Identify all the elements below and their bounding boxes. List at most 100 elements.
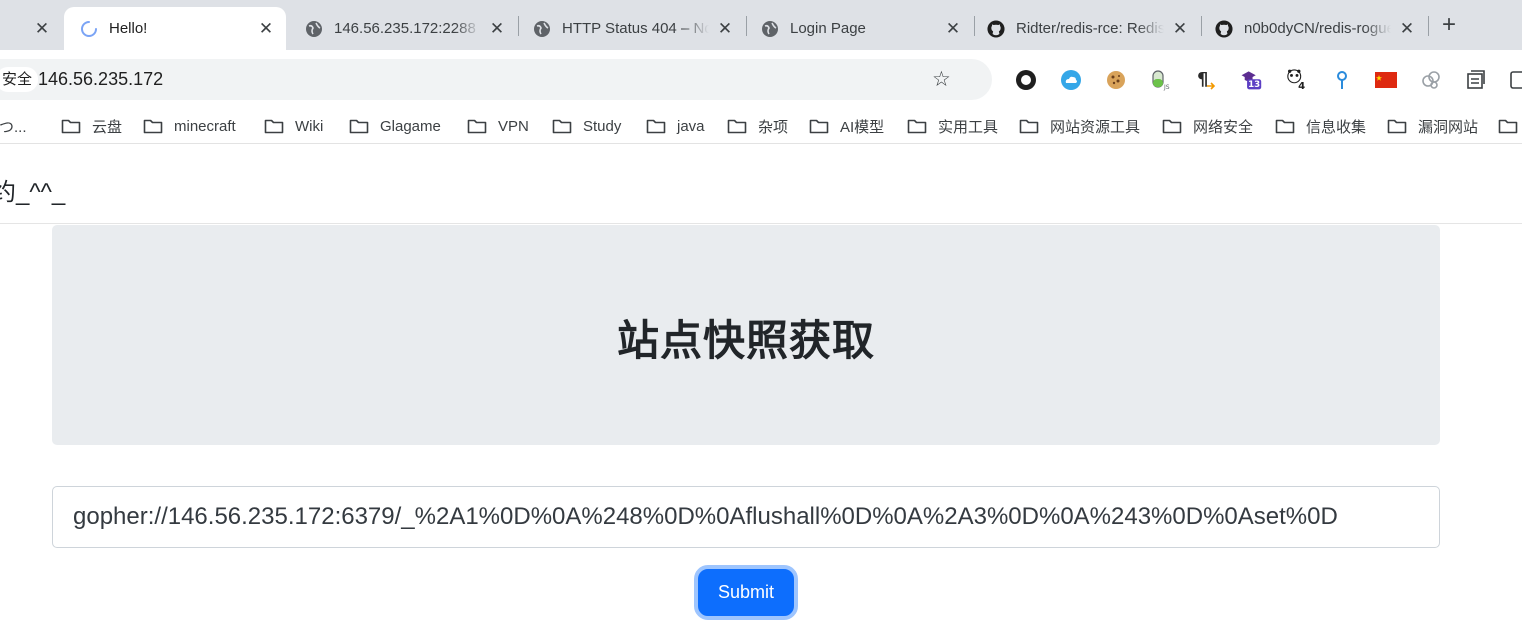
bookmark-folder[interactable]: 网站资源工具 xyxy=(1019,108,1140,144)
globe-icon xyxy=(761,20,779,38)
panda-extension-icon[interactable]: 4 xyxy=(1286,69,1308,92)
svg-text:JS: JS xyxy=(1163,84,1170,91)
tab-2288[interactable]: 146.56.235.172:2288 ✕ xyxy=(289,7,517,50)
bookmark-folder[interactable]: minecraft xyxy=(143,108,236,144)
tab-close-icon[interactable]: ✕ xyxy=(256,19,276,39)
folder-icon xyxy=(349,119,369,134)
bookmark-label: java xyxy=(677,117,705,135)
pin-extension-icon[interactable] xyxy=(1331,69,1353,91)
folder-icon xyxy=(1498,119,1518,134)
graduation-cap-extension-icon[interactable]: 13 xyxy=(1240,69,1262,91)
tab-close-icon[interactable]: ✕ xyxy=(715,19,735,39)
bookmark-folder[interactable]: Study xyxy=(552,108,621,144)
page-title: 站点快照获取 xyxy=(616,317,875,364)
bookmark-label: VPN xyxy=(498,117,529,135)
folder-icon xyxy=(646,119,666,134)
tab-close-icon[interactable]: ✕ xyxy=(32,19,52,39)
bookmark-label: Glagame xyxy=(380,117,441,135)
bookmark-label: 漏洞网站 xyxy=(1418,118,1479,136)
tab-close-icon[interactable]: ✕ xyxy=(1397,19,1417,39)
tab-title: HTTP Status 404 – Not Found xyxy=(562,20,709,37)
bookmark-label: 网站资源工具 xyxy=(1050,118,1141,136)
github-icon xyxy=(987,19,1005,38)
tab-hello[interactable]: Hello! ✕ xyxy=(64,7,286,50)
bookmark-partial[interactable]: )つ... xyxy=(0,108,27,144)
browser-toolbar: 安全 146.56.235.172 ☆ JS ¶ 13 4 xyxy=(0,50,1522,108)
address-bar[interactable]: 安全 146.56.235.172 ☆ xyxy=(0,59,992,100)
bookmark-label: 信息收集 xyxy=(1306,118,1367,136)
star-icon[interactable]: ☆ xyxy=(932,59,951,100)
bookmark-folder[interactable]: java xyxy=(646,108,705,144)
folder-icon xyxy=(264,119,284,134)
bookmark-folder[interactable]: Glagame xyxy=(349,108,441,144)
bookmark-folder[interactable]: AI模型 xyxy=(809,108,884,144)
bookmark-folder[interactable]: VPN xyxy=(467,108,529,144)
address-text[interactable]: 146.56.235.172 xyxy=(38,59,163,100)
reading-list-icon[interactable] xyxy=(1465,69,1487,91)
bookmark-folder[interactable]: 杂项 xyxy=(727,108,788,144)
extension-badge: 4 xyxy=(1298,81,1305,92)
share-extension-icon[interactable] xyxy=(1420,69,1442,91)
navbar-brand[interactable]: 约_^^_ xyxy=(0,172,65,207)
pilcrow-extension-icon[interactable]: ¶ xyxy=(1195,69,1217,91)
tab-close-icon[interactable]: ✕ xyxy=(487,19,507,39)
bookmark-label: 云盘 xyxy=(92,118,123,136)
bookmark-folder[interactable]: 信息收集 xyxy=(1275,108,1366,144)
bookmark-folder[interactable]: 网络安全 xyxy=(1162,108,1253,144)
globe-icon xyxy=(305,20,323,38)
tab-strip: ✕ Hello! ✕ 146.56.235.172:2288 ✕ HTTP St… xyxy=(0,0,1522,50)
tab-close-icon[interactable]: ✕ xyxy=(1170,19,1190,39)
cookie-extension-icon[interactable] xyxy=(1105,69,1127,91)
cloud-extension-icon[interactable] xyxy=(1060,69,1082,91)
tab-close-icon[interactable]: ✕ xyxy=(943,19,963,39)
site-navbar: 约_^^_ xyxy=(0,152,1522,224)
globe-icon xyxy=(533,20,551,38)
folder-icon xyxy=(61,119,81,134)
nodejs-extension-icon[interactable]: JS xyxy=(1150,69,1172,91)
bookmarks-bar: )つ... 云盘 minecraft Wiki Glagame VPN Stud… xyxy=(0,108,1522,144)
folder-icon xyxy=(1387,119,1407,134)
hero-banner: 站点快照获取 xyxy=(52,225,1440,445)
china-flag-extension-icon[interactable] xyxy=(1375,69,1397,91)
folder-icon xyxy=(1275,119,1295,134)
folder-icon xyxy=(809,119,829,134)
bookmark-label: 杂项 xyxy=(758,118,789,136)
bookmark-label: 网络安全 xyxy=(1193,118,1254,136)
tab-title: 146.56.235.172:2288 xyxy=(334,20,476,37)
tab-title: n0b0dyCN/redis-rogue xyxy=(1244,20,1391,37)
tab-title: Ridter/redis-rce: Redis xyxy=(1016,20,1164,37)
loading-spinner-icon xyxy=(80,20,98,38)
tab-partial[interactable]: ✕ xyxy=(0,7,62,50)
folder-icon xyxy=(727,119,747,134)
tab-redis-rce[interactable]: Ridter/redis-rce: Redis ✕ xyxy=(971,7,1200,50)
tab-title: Hello! xyxy=(109,20,148,37)
bookmark-folder[interactable] xyxy=(1498,108,1522,144)
window-icon[interactable] xyxy=(1508,69,1522,91)
github-icon xyxy=(1215,19,1233,38)
folder-icon xyxy=(1162,119,1182,134)
folder-icon xyxy=(907,119,927,134)
tab-login-page[interactable]: Login Page ✕ xyxy=(745,7,973,50)
url-input[interactable] xyxy=(52,486,1440,548)
bookmark-label: Study xyxy=(583,117,622,135)
bookmark-label: 实用工具 xyxy=(938,118,999,136)
security-chip[interactable]: 安全 xyxy=(0,67,39,92)
bookmark-folder[interactable]: 漏洞网站 xyxy=(1387,108,1478,144)
new-tab-button[interactable]: + xyxy=(1437,13,1461,38)
tab-redis-rogue[interactable]: n0b0dyCN/redis-rogue ✕ xyxy=(1199,7,1427,50)
bookmark-label: )つ... xyxy=(0,118,27,136)
bookmark-folder[interactable]: 云盘 xyxy=(61,108,122,144)
tab-http-404[interactable]: HTTP Status 404 – Not Found ✕ xyxy=(517,7,745,50)
bookmark-label: minecraft xyxy=(174,117,236,135)
folder-icon xyxy=(467,119,487,134)
extension-badge: 13 xyxy=(1248,80,1260,90)
bookmark-label: AI模型 xyxy=(840,118,885,136)
tab-separator xyxy=(1428,16,1429,36)
bookmark-folder[interactable]: 实用工具 xyxy=(907,108,998,144)
folder-icon xyxy=(143,119,163,134)
bookmark-label: Wiki xyxy=(295,117,324,135)
tab-title: Login Page xyxy=(790,20,866,37)
submit-button[interactable]: Submit xyxy=(694,565,798,620)
bookmark-folder[interactable]: Wiki xyxy=(264,108,323,144)
circle-extension-icon[interactable] xyxy=(1015,69,1037,91)
